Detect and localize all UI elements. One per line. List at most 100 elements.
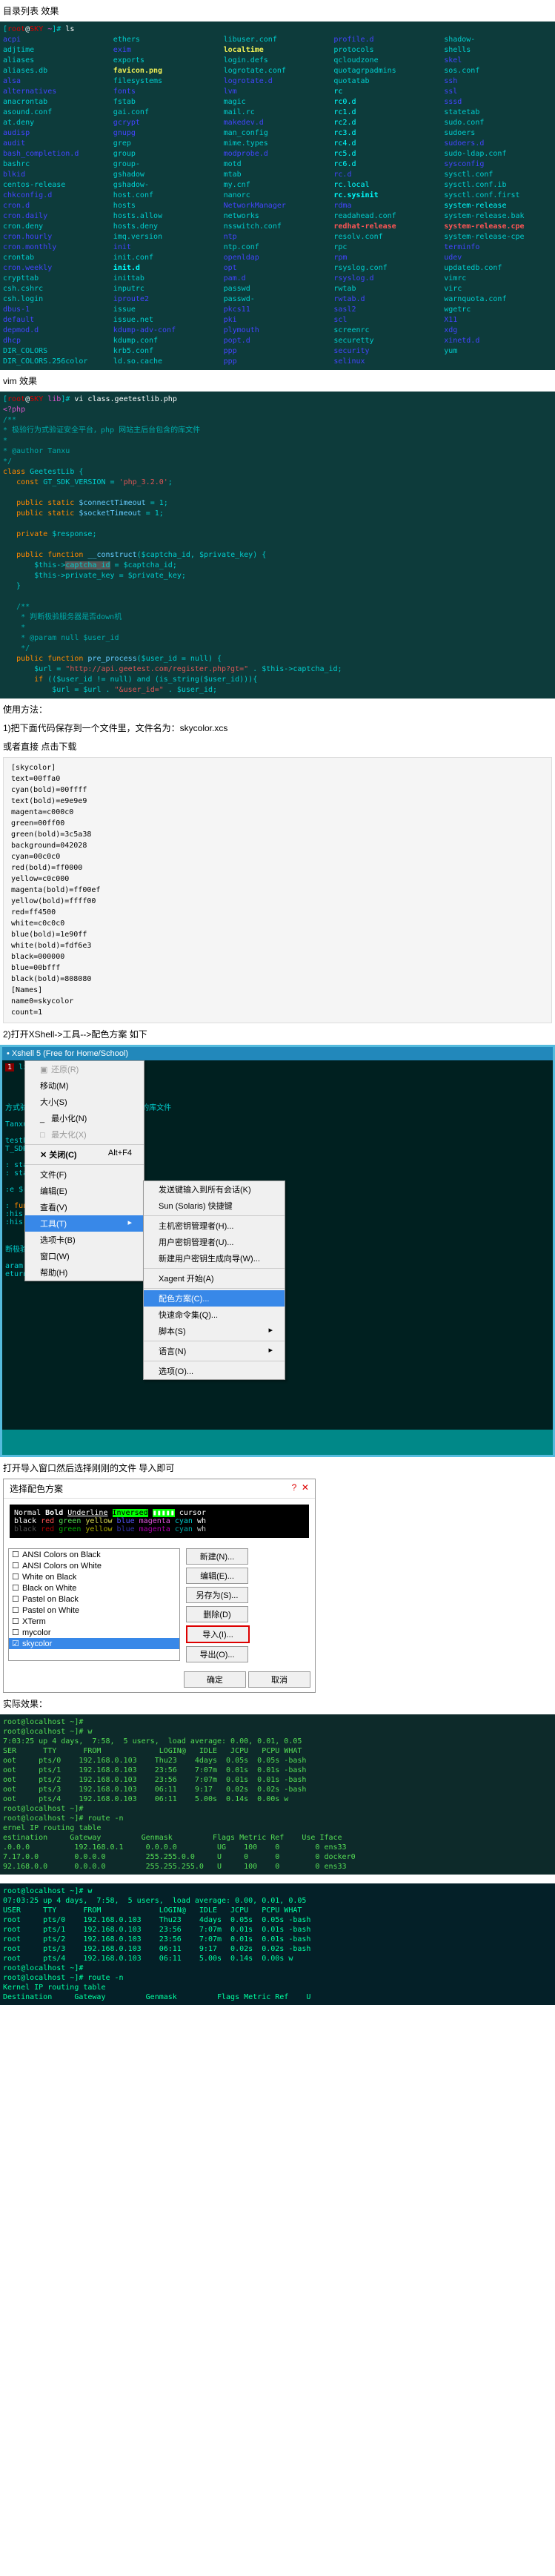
ls-entry: nanorc (224, 191, 332, 201)
ls-entry: magic (224, 97, 332, 108)
ls-entry: dbus-1 (3, 305, 111, 315)
saveas-button[interactable]: 另存为(S)... (186, 1587, 248, 1603)
ls-entry: passwd- (224, 294, 332, 305)
delete-button[interactable]: 删除(D) (186, 1606, 248, 1622)
ls-entry: depmod.d (3, 326, 111, 336)
ls-entry: mail.rc (224, 108, 332, 118)
scheme-item[interactable]: ☐Black on White (9, 1582, 179, 1594)
ls-entry: opt (224, 263, 332, 274)
ls-entry: sos.conf (444, 66, 552, 76)
step2: 2)打开XShell->工具-->配色方案 如下 (0, 1026, 555, 1042)
ls-entry: ntp.conf (224, 242, 332, 253)
ls-entry: sasl2 (333, 305, 442, 315)
ls-entry: localtime (224, 45, 332, 56)
ls-entry: favicon.png (113, 66, 222, 76)
ls-entry: audit (3, 139, 111, 149)
ls-entry: protocols (333, 45, 442, 56)
actual-terminal-2: root@localhost ~]# w 07:03:25 up 4 days,… (0, 1883, 555, 2005)
system-menu[interactable]: ▣ 还原(R) 移动(M) 大小(S) _ 最小化(N) □ 最大化(X) ✕ … (24, 1060, 144, 1281)
section-ls: 目录列表 效果 (0, 3, 555, 19)
ls-entry: sysctl.conf (444, 170, 552, 180)
scheme-item[interactable]: ☐ANSI Colors on White (9, 1560, 179, 1571)
ls-entry: rc4.d (333, 139, 442, 149)
ls-entry: exports (113, 56, 222, 66)
ls-entry: cron.monthly (3, 242, 111, 253)
scheme-item[interactable]: ☐ANSI Colors on Black (9, 1549, 179, 1560)
ls-entry: sudo.conf (444, 118, 552, 128)
ok-button[interactable]: 确定 (184, 1671, 246, 1688)
cancel-button[interactable]: 取消 (248, 1671, 310, 1688)
ls-entry: system-release.cpe (444, 222, 552, 232)
config-line: count=1 (11, 1007, 544, 1018)
config-line: yellow=c0c000 (11, 873, 544, 885)
config-line: text(bold)=e9e9e9 (11, 796, 544, 807)
scheme-item[interactable]: ☐Pastel on White (9, 1605, 179, 1616)
ls-entry: system-release.bak (444, 211, 552, 222)
ls-entry: sysctl.conf.first (444, 191, 552, 201)
ls-entry: DIR_COLORS (3, 346, 111, 357)
scheme-item[interactable]: ☐Pastel on Black (9, 1594, 179, 1605)
config-line: background=042028 (11, 840, 544, 851)
color-scheme-dialog: 选择配色方案? ✕ Normal Bold Underline Inversed… (3, 1479, 316, 1693)
ls-entry: X11 (444, 315, 552, 326)
scheme-item[interactable]: ☐XTerm (9, 1616, 179, 1627)
ls-entry: init.conf (113, 253, 222, 263)
ls-entry: fstab (113, 97, 222, 108)
edit-button[interactable]: 编辑(E)... (186, 1568, 248, 1584)
ls-entry: dhcp (3, 336, 111, 346)
scheme-item[interactable]: ☐White on Black (9, 1571, 179, 1582)
tools-menu-item[interactable]: 工具(T)▸ (25, 1215, 144, 1232)
prompt-ls: [root@SKY ~]# ls (3, 24, 552, 35)
ls-entry: shadow- (444, 35, 552, 45)
ls-entry: logrotate.conf (224, 66, 332, 76)
ls-entry: warnquota.conf (444, 294, 552, 305)
ls-entry: DIR_COLORS.256color (3, 357, 111, 367)
ls-entry: popt.d (224, 336, 332, 346)
export-button[interactable]: 导出(O)... (186, 1646, 248, 1662)
dialog-title: 选择配色方案? ✕ (4, 1479, 315, 1499)
ls-entry: terminfo (444, 242, 552, 253)
ls-entry: readahead.conf (333, 211, 442, 222)
scheme-preview: Normal Bold Underline Inversed ▮▮▮▮▮ cur… (10, 1505, 309, 1538)
section-vim: vim 效果 (0, 373, 555, 389)
ls-entry: sudoers.d (444, 139, 552, 149)
ls-entry: default (3, 315, 111, 326)
ls-entry: sysconfig (444, 159, 552, 170)
ls-entry: rsyslog.conf (333, 263, 442, 274)
scheme-list[interactable]: ☐ANSI Colors on Black☐ANSI Colors on Whi… (8, 1548, 180, 1661)
ls-entry: filesystems (113, 76, 222, 87)
ls-entry: ld.so.cache (113, 357, 222, 367)
ls-entry: logrotate.d (224, 76, 332, 87)
scheme-item[interactable]: ☐mycolor (9, 1627, 179, 1638)
ls-entry: security (333, 346, 442, 357)
ls-entry: inittab (113, 274, 222, 284)
ls-entry: rpc (333, 242, 442, 253)
scheme-item[interactable]: ☑skycolor (9, 1638, 179, 1649)
ls-entry: asound.conf (3, 108, 111, 118)
ls-entry: iproute2 (113, 294, 222, 305)
ls-entry: rsyslog.d (333, 274, 442, 284)
actual-title: 实际效果： (0, 1696, 555, 1711)
ls-entry: login.defs (224, 56, 332, 66)
config-line: [Names] (11, 985, 544, 996)
ls-entry: sysctl.conf.ib (444, 180, 552, 191)
config-line: cyan(bold)=00ffff (11, 785, 544, 796)
actual-terminal-1: root@localhost ~]# root@localhost ~]# w … (0, 1714, 555, 1875)
ls-entry: alsa (3, 76, 111, 87)
ls-entry: rc1.d (333, 108, 442, 118)
download-link[interactable]: 或者直接 点击下载 (0, 739, 555, 754)
ls-entry: grep (113, 139, 222, 149)
ls-entry: mtab (224, 170, 332, 180)
config-line: black(bold)=808080 (11, 974, 544, 985)
ls-entry: blkid (3, 170, 111, 180)
color-scheme-item[interactable]: 配色方案(C)... (144, 1290, 285, 1307)
ls-entry: krb5.conf (113, 346, 222, 357)
config-line: blue(bold)=1e90ff (11, 929, 544, 940)
ls-entry: rc.sysinit (333, 191, 442, 201)
new-button[interactable]: 新建(N)... (186, 1548, 248, 1565)
ls-entry: adjtime (3, 45, 111, 56)
config-block: [skycolor]text=00ffa0cyan(bold)=00ffffte… (3, 757, 552, 1023)
ls-entry: rc3.d (333, 128, 442, 139)
tools-submenu[interactable]: 发送键输入到所有会话(K) Sun (Solaris) 快捷键 主机密钥管理者(… (143, 1180, 285, 1380)
import-button[interactable]: 导入(I)... (186, 1625, 250, 1643)
